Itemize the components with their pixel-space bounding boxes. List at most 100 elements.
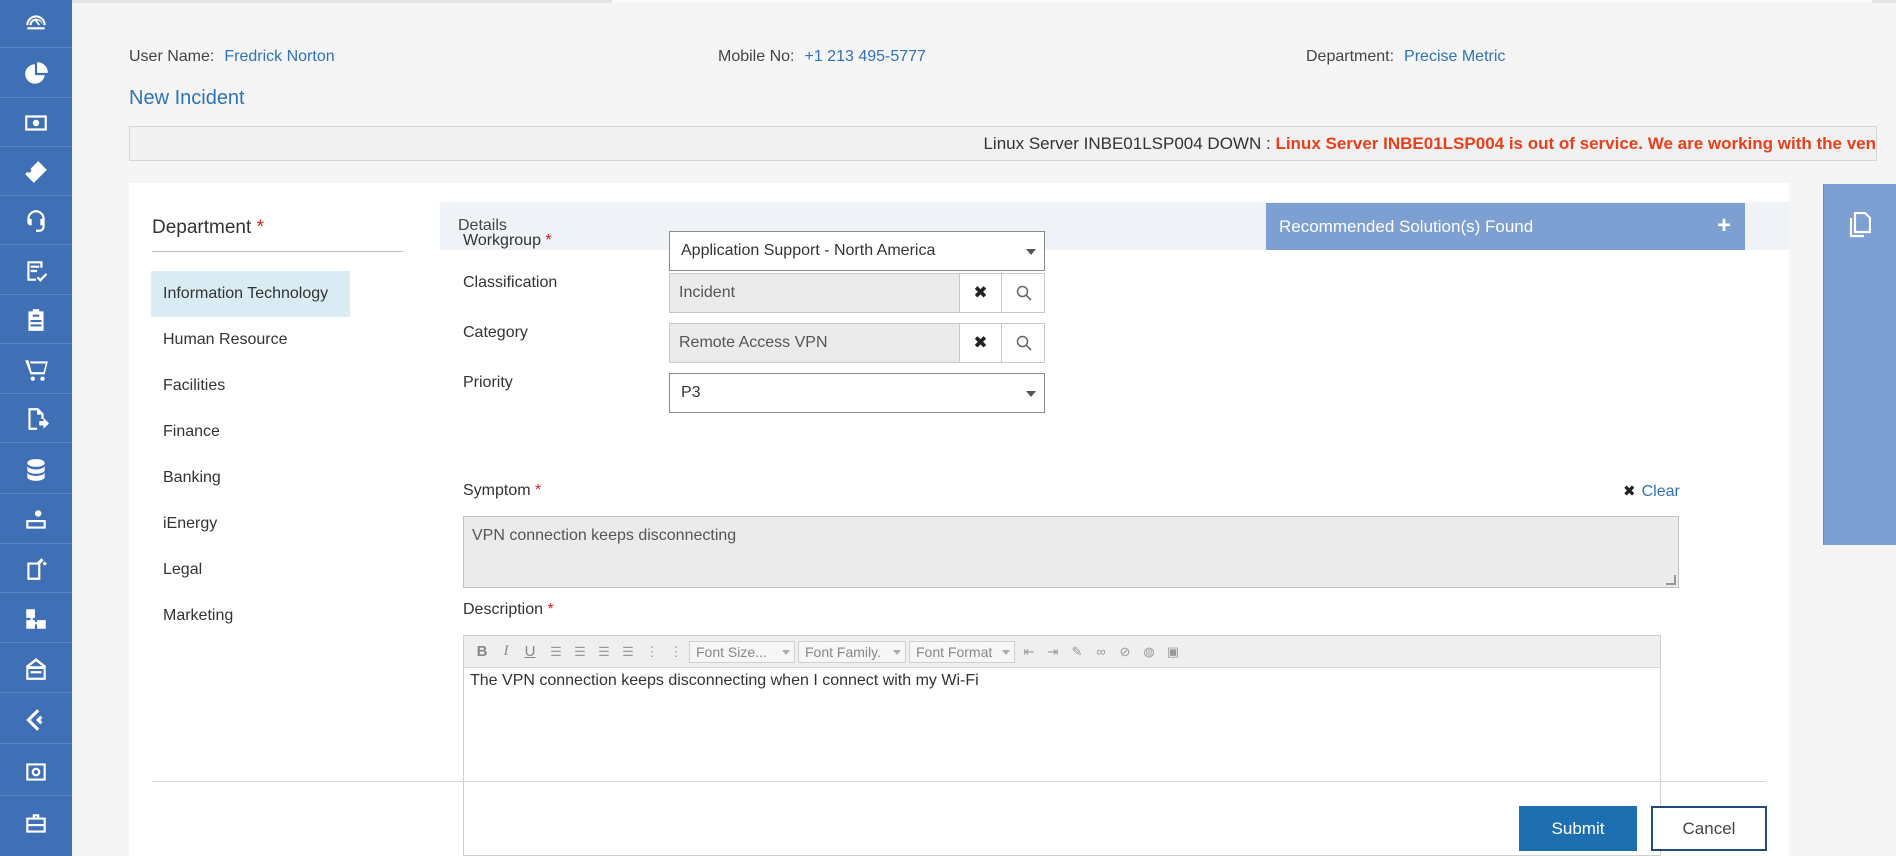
symptom-label: Symptom *	[463, 482, 541, 500]
priority-label: Priority	[463, 374, 513, 391]
align-justify-icon[interactable]: ☰	[618, 643, 638, 661]
support-agent-icon	[27, 209, 45, 232]
sidebar-rail	[0, 0, 72, 856]
description-label-text: Description	[463, 601, 544, 618]
nav-tickets[interactable]	[0, 148, 72, 196]
required-mark: *	[547, 601, 554, 618]
italic-button[interactable]: I	[494, 643, 518, 660]
submit-button[interactable]: Submit	[1519, 806, 1637, 851]
clipboard-icon	[28, 308, 44, 331]
nav-service-desk[interactable]	[0, 496, 72, 544]
department-item-ienergy[interactable]: iEnergy	[151, 501, 350, 547]
nav-assets[interactable]	[0, 296, 72, 344]
outdent-icon[interactable]: ⇤	[1019, 643, 1039, 661]
close-icon: ✖	[973, 333, 988, 352]
department-item-human-resource[interactable]: Human Resource	[151, 317, 350, 363]
user-name-label: User Name:	[129, 48, 215, 65]
inbox-icon	[26, 657, 46, 680]
recommended-solutions-bar[interactable]: Recommended Solution(s) Found +	[1266, 203, 1745, 250]
database-icon	[27, 458, 45, 481]
department-value[interactable]: Precise Metric	[1404, 48, 1505, 65]
symptom-value: VPN connection keeps disconnecting	[472, 527, 737, 544]
divider	[152, 781, 1766, 782]
nav-catalog[interactable]	[0, 346, 72, 394]
unlink-icon[interactable]: ⊘	[1115, 643, 1135, 661]
align-right-icon[interactable]: ☰	[594, 643, 614, 661]
nav-network[interactable]	[0, 595, 72, 643]
nav-documents[interactable]	[0, 395, 72, 443]
side-panel	[1823, 184, 1896, 545]
department-item-information-technology[interactable]: Information Technology	[151, 271, 350, 317]
nav-tasks[interactable]	[0, 247, 72, 295]
required-mark: *	[535, 482, 542, 499]
close-icon: ✖	[1623, 483, 1636, 500]
user-name-field: User Name: Fredrick Norton	[129, 48, 335, 66]
nav-settings[interactable]	[0, 748, 72, 796]
resize-handle-icon[interactable]	[1666, 575, 1676, 585]
department-field: Department: Precise Metric	[1306, 48, 1505, 66]
required-mark: *	[256, 217, 264, 238]
font-format-select[interactable]: Font Format	[909, 640, 1015, 663]
workgroup-select[interactable]: Application Support - North America	[669, 231, 1045, 271]
classification-search-button[interactable]	[1003, 274, 1044, 312]
symptom-clear-link[interactable]: ✖ Clear	[1623, 482, 1680, 501]
classification-clear-button[interactable]: ✖	[960, 274, 1002, 312]
mobile-value[interactable]: +1 213 495-5777	[804, 48, 925, 65]
insert-image-icon[interactable]: ▣	[1163, 643, 1183, 661]
search-icon	[1016, 335, 1032, 351]
category-search-button[interactable]	[1003, 324, 1044, 362]
network-icon	[26, 608, 46, 629]
underline-button[interactable]: U	[518, 643, 542, 660]
unordered-list-icon[interactable]: ⋮	[666, 643, 686, 661]
classification-input[interactable]: Incident	[670, 274, 960, 312]
category-clear-button[interactable]: ✖	[960, 324, 1002, 362]
announcement-ticker[interactable]: Linux Server INBE01LSP004 DOWN : Linux S…	[129, 126, 1877, 161]
color-palette-icon[interactable]: ◍	[1139, 643, 1159, 661]
bold-button[interactable]: B	[470, 643, 494, 660]
cancel-button[interactable]: Cancel	[1651, 806, 1767, 851]
department-item-banking[interactable]: Banking	[151, 455, 350, 501]
chevron-down-icon	[1026, 249, 1036, 255]
briefcase-icon	[26, 814, 46, 833]
nav-requests[interactable]	[0, 545, 72, 593]
nav-dashboard[interactable]	[0, 0, 72, 48]
mobile-field: Mobile No: +1 213 495-5777	[718, 48, 926, 66]
nav-projects[interactable]	[0, 800, 72, 848]
nav-inbox[interactable]	[0, 645, 72, 693]
ordered-list-icon[interactable]: ⋮	[642, 643, 662, 661]
settings-gear-icon	[26, 762, 46, 781]
expand-plus-icon[interactable]: +	[1717, 212, 1731, 240]
description-label: Description *	[463, 601, 554, 619]
copy-button[interactable]	[1847, 211, 1872, 243]
priority-value: P3	[681, 384, 701, 401]
link-icon[interactable]: ∞	[1091, 643, 1111, 661]
department-item-facilities[interactable]: Facilities	[151, 363, 350, 409]
department-item-finance[interactable]: Finance	[151, 409, 350, 455]
align-center-icon[interactable]: ☰	[570, 643, 590, 661]
department-item-marketing[interactable]: Marketing	[151, 593, 350, 639]
clear-label: Clear	[1641, 483, 1680, 500]
highlight-icon[interactable]: ✎	[1067, 643, 1087, 661]
pie-chart-icon	[25, 61, 48, 84]
priority-select[interactable]: P3	[669, 373, 1045, 413]
nav-changes[interactable]	[0, 696, 72, 744]
align-left-icon[interactable]: ☰	[546, 643, 566, 661]
indent-icon[interactable]: ⇥	[1043, 643, 1063, 661]
nav-billing[interactable]	[0, 99, 72, 147]
category-input[interactable]: Remote Access VPN	[670, 324, 960, 362]
nav-reports[interactable]	[0, 50, 72, 98]
description-body[interactable]: The VPN connection keeps disconnecting w…	[464, 668, 1660, 694]
symptom-textarea[interactable]: VPN connection keeps disconnecting	[463, 516, 1679, 588]
nav-support[interactable]	[0, 197, 72, 245]
incident-form-panel: Department * Information Technology Huma…	[129, 183, 1789, 856]
department-item-legal[interactable]: Legal	[151, 547, 350, 593]
category-label: Category	[463, 324, 528, 341]
cart-icon	[25, 359, 48, 381]
required-mark: *	[545, 232, 552, 249]
font-family-select[interactable]: Font Family.	[798, 640, 906, 663]
user-name-value[interactable]: Fredrick Norton	[224, 48, 334, 65]
font-size-select[interactable]: Font Size...	[689, 640, 795, 663]
department-panel-title: Department *	[152, 217, 264, 239]
nav-cmdb[interactable]	[0, 446, 72, 494]
change-icon	[26, 708, 43, 731]
